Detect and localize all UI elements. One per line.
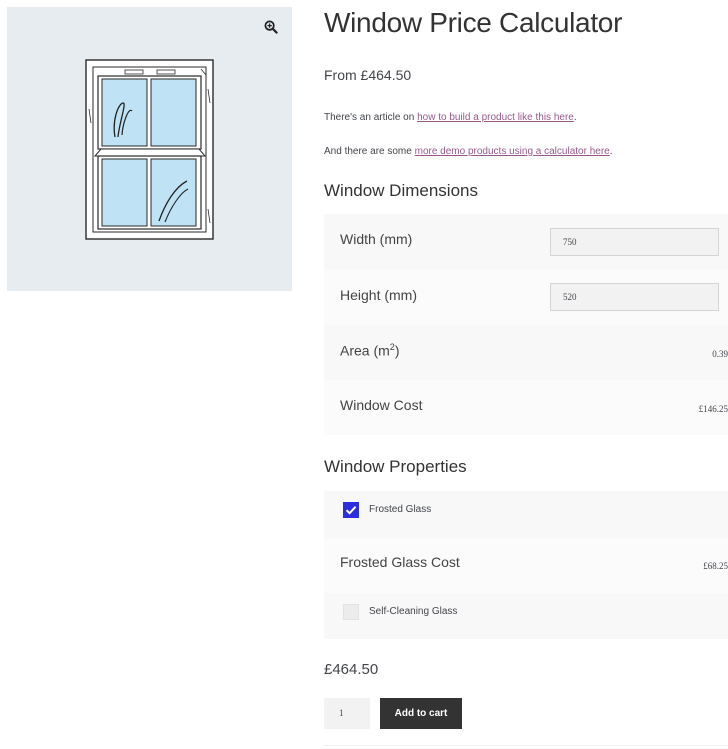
- height-row: Height (mm) 520: [324, 270, 728, 325]
- demo-products-link[interactable]: more demo products using a calculator he…: [415, 146, 610, 157]
- area-label-text: Area (m: [340, 342, 390, 359]
- quantity-input[interactable]: 1: [324, 698, 370, 729]
- self-cleaning-label: Self-Cleaning Glass: [369, 606, 458, 617]
- area-row: Area (m2) 0.39: [324, 325, 728, 380]
- product-image-panel: [7, 7, 292, 291]
- product-title: Window Price Calculator: [324, 7, 623, 38]
- width-input[interactable]: 750: [550, 228, 719, 256]
- checkmark-icon: [345, 506, 357, 515]
- height-input[interactable]: 520: [550, 283, 719, 311]
- area-value: 0.39: [712, 349, 728, 359]
- width-label: Width (mm): [340, 231, 413, 247]
- window-cost-row: Window Cost £146.25: [324, 380, 728, 435]
- width-row: Width (mm) 750: [324, 214, 728, 270]
- frosted-cost-value: £68.25: [703, 561, 728, 571]
- window-cost-label: Window Cost: [340, 397, 423, 413]
- height-label: Height (mm): [340, 287, 418, 303]
- article-note-prefix: There's an article on: [324, 112, 418, 123]
- add-to-cart-button[interactable]: Add to cart: [380, 698, 462, 729]
- area-label-end: ): [394, 342, 400, 359]
- frosted-cost-label: Frosted Glass Cost: [340, 554, 460, 570]
- article-note: There's an article on how to build a pro…: [324, 112, 577, 123]
- frosted-glass-checkbox[interactable]: [343, 502, 359, 518]
- frosted-cost-row: Frosted Glass Cost £68.25: [324, 538, 728, 593]
- window-cost-value: £146.25: [698, 404, 728, 414]
- total-price: £464.50: [324, 661, 379, 678]
- window-illustration: [85, 59, 214, 240]
- price-from: From £464.50: [324, 67, 412, 83]
- self-cleaning-checkbox[interactable]: [343, 604, 359, 620]
- zoom-in-icon[interactable]: [264, 20, 278, 34]
- dimensions-heading: Window Dimensions: [324, 181, 478, 200]
- article-note-suffix: .: [573, 112, 577, 123]
- frosted-glass-label: Frosted Glass: [369, 504, 432, 515]
- area-label: Area (m2): [340, 342, 399, 359]
- demo-note: And there are some more demo products us…: [324, 146, 613, 157]
- divider: [324, 745, 728, 746]
- self-cleaning-row: Self-Cleaning Glass: [324, 593, 728, 639]
- properties-heading: Window Properties: [324, 457, 467, 476]
- frosted-glass-row: Frosted Glass: [324, 491, 728, 538]
- demo-note-suffix: .: [609, 146, 613, 157]
- demo-note-prefix: And there are some: [324, 146, 415, 157]
- article-link[interactable]: how to build a product like this here: [417, 112, 574, 123]
